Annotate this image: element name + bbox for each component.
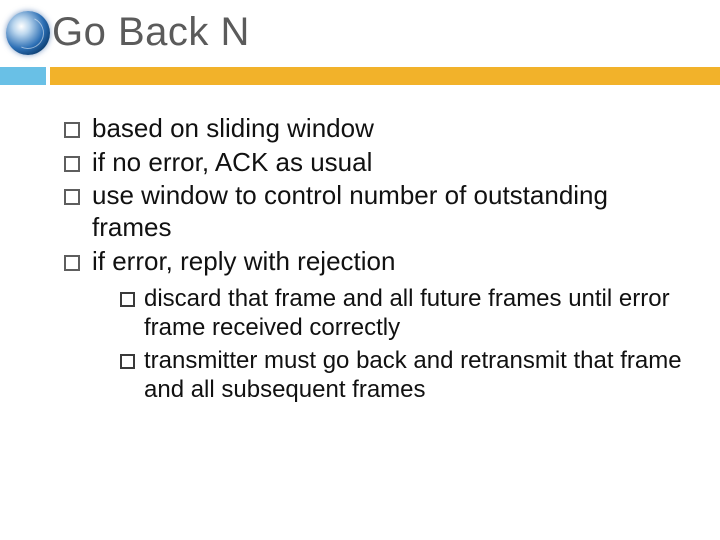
globe-icon xyxy=(6,11,50,55)
list-item: transmitter must go back and retransmit … xyxy=(120,346,682,405)
accent-block-blue xyxy=(0,67,46,85)
list-item: if error, reply with rejection discard t… xyxy=(64,246,682,405)
slide-body: based on sliding window if no error, ACK… xyxy=(0,85,720,405)
list-item-text: discard that frame and all future frames… xyxy=(144,285,670,341)
list-item-text: transmitter must go back and retransmit … xyxy=(144,347,682,403)
slide: Go Back N based on sliding window if no … xyxy=(0,0,720,540)
accent-block-orange xyxy=(50,67,720,85)
slide-title: Go Back N xyxy=(52,10,250,55)
accent-bar xyxy=(0,67,720,85)
slide-header: Go Back N xyxy=(0,0,720,55)
list-item: based on sliding window xyxy=(64,113,682,145)
list-item-text: if error, reply with rejection xyxy=(92,246,395,276)
list-item-text: based on sliding window xyxy=(92,113,374,143)
sub-list: discard that frame and all future frames… xyxy=(92,284,682,405)
list-item-text: use window to control number of outstand… xyxy=(92,180,608,242)
main-list: based on sliding window if no error, ACK… xyxy=(64,113,682,405)
list-item-text: if no error, ACK as usual xyxy=(92,147,372,177)
list-item: use window to control number of outstand… xyxy=(64,180,682,243)
list-item: if no error, ACK as usual xyxy=(64,147,682,179)
list-item: discard that frame and all future frames… xyxy=(120,284,682,343)
